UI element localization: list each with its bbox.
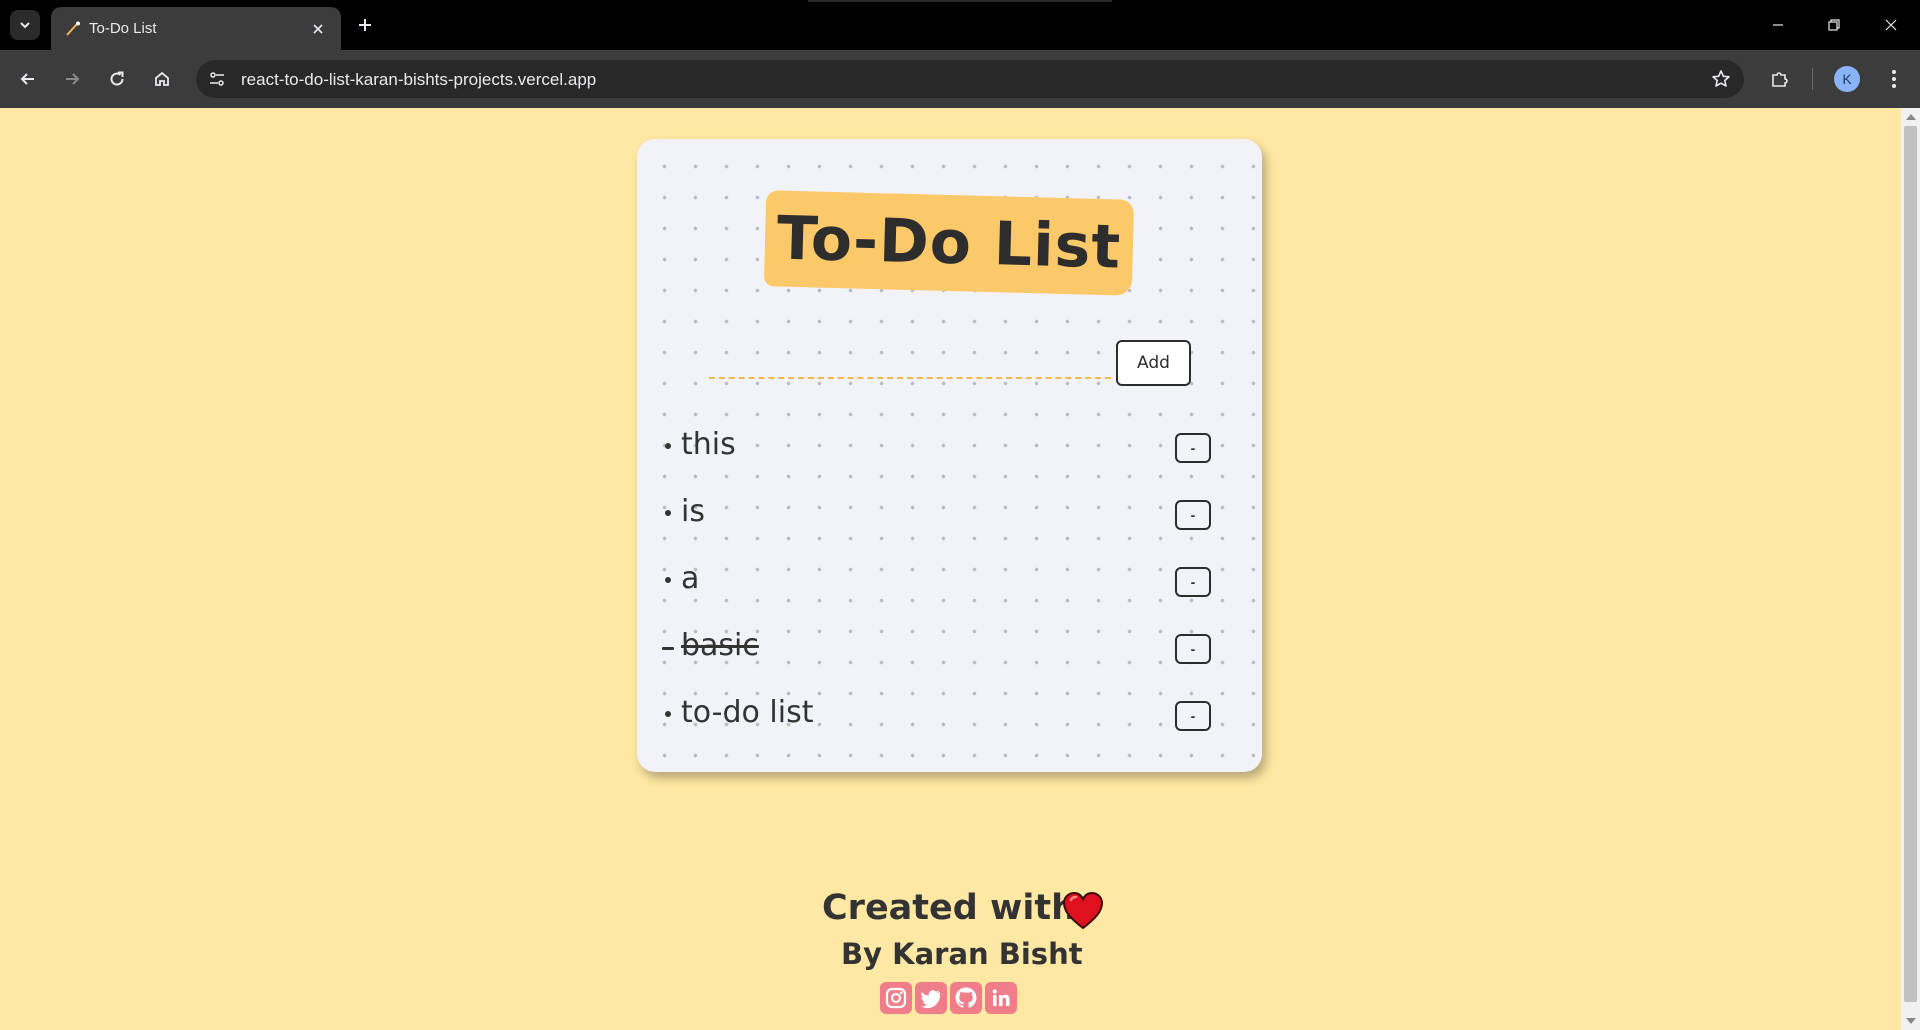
app-title: To-Do List — [776, 203, 1122, 283]
minimize-icon — [1773, 24, 1783, 26]
close-icon — [1885, 19, 1897, 31]
todo-item[interactable]: to-do list - — [665, 695, 1225, 735]
close-icon — [313, 24, 323, 34]
arrow-right-icon — [66, 73, 80, 85]
footer-author: By Karan Bisht — [841, 937, 1083, 971]
extensions-button[interactable] — [1764, 63, 1796, 95]
footer-created-with: Created with — [822, 888, 1076, 928]
restore-button[interactable] — [1814, 8, 1854, 42]
address-bar[interactable]: react-to-do-list-karan-bishts-projects.v… — [196, 60, 1744, 98]
tune-icon — [210, 72, 224, 86]
scroll-down-arrow-icon[interactable] — [1906, 1018, 1916, 1024]
home-button[interactable] — [146, 63, 178, 95]
delete-item-button[interactable]: - — [1175, 433, 1211, 463]
todo-item-completed[interactable]: basic - — [662, 628, 1225, 668]
todo-item[interactable]: a - — [665, 561, 1225, 601]
forward-button[interactable] — [56, 63, 88, 95]
star-icon — [1712, 70, 1730, 87]
instagram-link[interactable] — [880, 982, 912, 1014]
todo-item-text[interactable]: basic — [681, 628, 759, 663]
bullet-icon — [665, 577, 671, 583]
reload-button[interactable] — [101, 63, 133, 95]
back-button[interactable] — [12, 63, 44, 95]
restore-icon — [1828, 19, 1840, 31]
kebab-menu-icon — [1892, 70, 1896, 88]
home-icon — [155, 71, 169, 86]
title-highlight: To-Do List — [763, 190, 1135, 296]
todo-item-text[interactable]: this — [681, 427, 736, 462]
arrow-left-icon — [20, 73, 34, 85]
todo-item-text[interactable]: to-do list — [681, 695, 814, 730]
add-button[interactable]: Add — [1116, 340, 1191, 386]
close-window-button[interactable] — [1871, 8, 1911, 42]
bullet-icon — [665, 510, 671, 516]
tab-close-button[interactable] — [308, 19, 328, 39]
browser-toolbar: react-to-do-list-karan-bishts-projects.v… — [0, 50, 1920, 108]
input-underline — [709, 377, 1111, 379]
new-tab-button[interactable] — [352, 12, 378, 38]
twitter-icon — [921, 990, 941, 1009]
favicon-icon — [66, 21, 80, 36]
todo-item-text[interactable]: is — [681, 494, 705, 529]
site-info-button[interactable] — [204, 66, 230, 92]
todo-card: To-Do List Add this - is - a - basic - t… — [637, 139, 1262, 772]
puzzle-icon — [1772, 72, 1788, 87]
twitter-link[interactable] — [915, 982, 947, 1014]
minimize-button[interactable] — [1758, 8, 1798, 42]
linkedin-icon — [992, 989, 1010, 1006]
tab-search-button[interactable] — [10, 10, 40, 40]
todo-item-text[interactable]: a — [681, 561, 699, 596]
reload-icon — [110, 71, 124, 86]
todo-input[interactable] — [709, 339, 1111, 375]
todo-item[interactable]: this - — [665, 427, 1225, 467]
delete-item-button[interactable]: - — [1175, 567, 1211, 597]
instagram-icon — [885, 987, 907, 1009]
github-link[interactable] — [950, 982, 982, 1014]
bullet-icon — [665, 711, 671, 717]
browser-menu-button[interactable] — [1878, 63, 1910, 95]
todo-item[interactable]: is - — [665, 494, 1225, 534]
bullet-icon — [665, 443, 671, 449]
browser-tab-strip: To-Do List — [0, 0, 1920, 50]
browser-tab[interactable]: To-Do List — [51, 7, 341, 50]
tab-title: To-Do List — [89, 20, 157, 37]
delete-item-button[interactable]: - — [1175, 634, 1211, 664]
linkedin-link[interactable] — [985, 982, 1017, 1014]
bookmark-button[interactable] — [1708, 66, 1734, 92]
heart-icon — [1062, 891, 1104, 930]
plus-icon — [359, 19, 371, 31]
delete-item-button[interactable]: - — [1175, 500, 1211, 530]
scrollbar-thumb[interactable] — [1904, 126, 1917, 1002]
delete-item-button[interactable]: - — [1175, 701, 1211, 731]
github-icon — [955, 987, 977, 1008]
page-scrollbar[interactable] — [1901, 108, 1920, 1030]
toolbar-separator — [1812, 68, 1813, 90]
window-drag-indicator — [808, 0, 1112, 2]
profile-avatar[interactable]: K — [1834, 66, 1860, 92]
chevron-down-icon — [20, 22, 30, 29]
bullet-icon — [662, 647, 674, 650]
scroll-up-arrow-icon[interactable] — [1906, 114, 1916, 120]
url-text: react-to-do-list-karan-bishts-projects.v… — [241, 70, 597, 89]
